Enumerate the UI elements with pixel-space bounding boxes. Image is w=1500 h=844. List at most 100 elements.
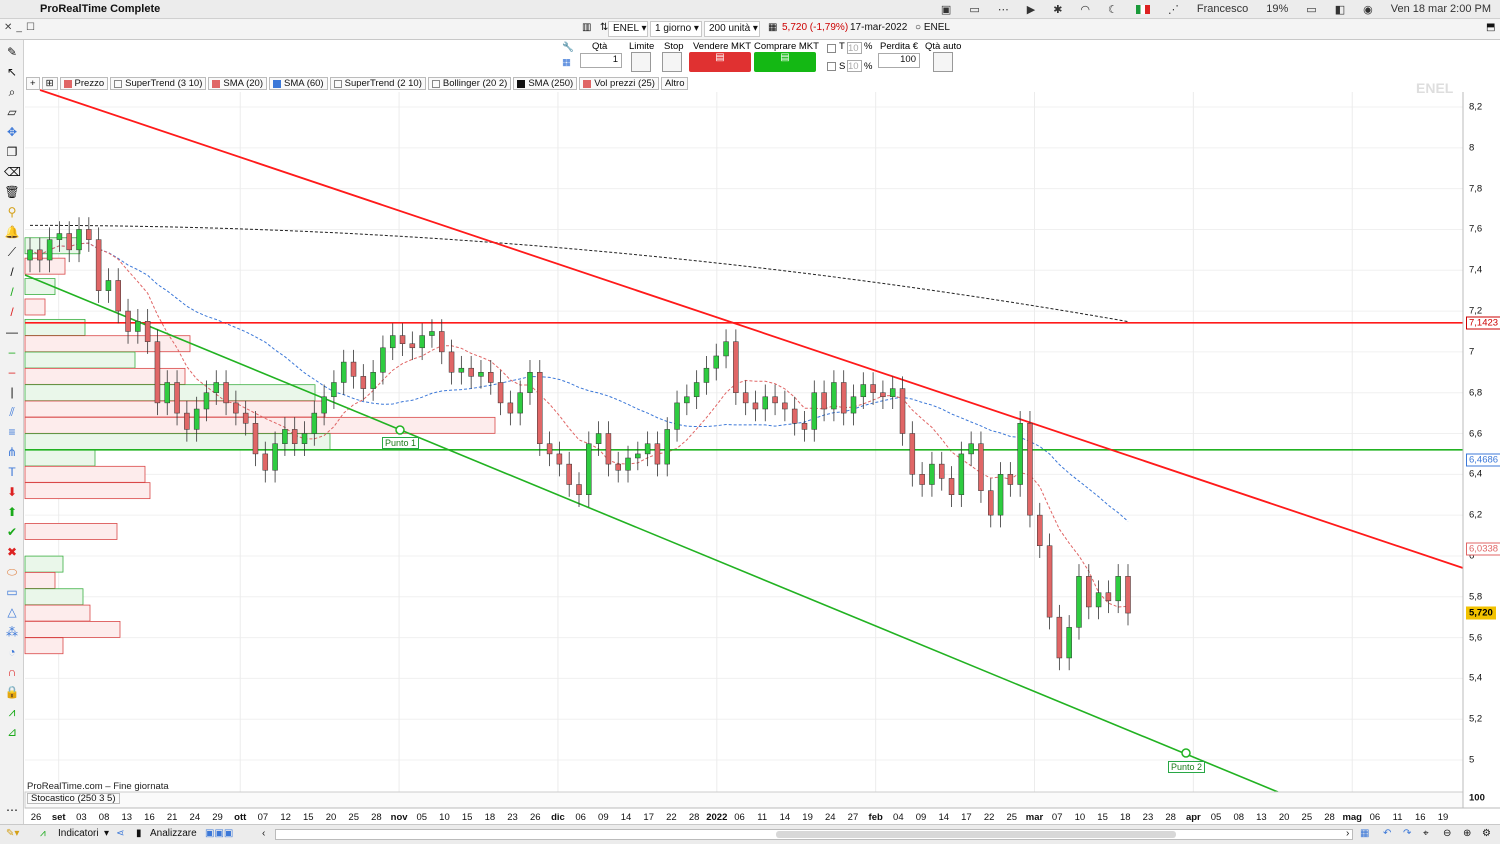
draw-icon[interactable]: ✎▾ [6, 828, 19, 839]
volume-profile-bar [24, 604, 91, 622]
legend-item[interactable]: Bollinger (20 2) [427, 77, 512, 90]
time-tick-label: 09 [915, 812, 927, 823]
price-tick-label: 6,8 [1469, 387, 1483, 399]
time-tick-label: 05 [416, 812, 428, 823]
bottom-bar: ✎▾ ⩘ Indicatori ▾ ⋖ ▮ Analizzare ▣▣▣ ‹ ›… [0, 824, 1500, 844]
analyzer-button[interactable]: Analizzare [150, 828, 197, 839]
time-tick-label: 16 [1415, 812, 1426, 823]
time-tick-label: 15 [461, 812, 473, 823]
price-tick-label: 7,2 [1469, 305, 1483, 317]
time-tick-label: 26 [30, 812, 42, 823]
time-tick-label: 26 [529, 812, 541, 823]
capture-icon[interactable]: ▦ [1360, 828, 1369, 839]
indicators-button[interactable]: Indicatori [58, 828, 99, 839]
indicators-icon[interactable]: ⩘ [40, 828, 46, 839]
candle [860, 384, 867, 398]
redo-icon[interactable]: ↷ [1403, 828, 1411, 839]
candle [556, 453, 563, 465]
time-tick-label: 13 [1256, 812, 1267, 823]
legend-item[interactable]: SuperTrend (2 10) [329, 77, 426, 90]
candle [782, 402, 788, 410]
price-tick-label: 6,2 [1469, 509, 1483, 521]
candle [733, 341, 739, 393]
time-tick-label: 12 [280, 812, 291, 823]
candle [282, 429, 288, 444]
candle [654, 443, 661, 465]
price-chart[interactable] [0, 0, 1500, 844]
candle [478, 372, 484, 377]
time-tick-label: 06 [1369, 812, 1381, 823]
legend-add-icon[interactable]: ⊞ [41, 77, 58, 90]
candle [586, 443, 592, 495]
candle [988, 490, 994, 516]
undo-icon[interactable]: ↶ [1383, 828, 1391, 839]
time-tick-label: apr [1185, 812, 1201, 823]
legend-plus-icon[interactable]: + [26, 77, 40, 90]
legend-item[interactable]: SMA (60) [269, 77, 328, 90]
legend-item[interactable]: SuperTrend (3 10) [110, 77, 207, 90]
price-tick-label: 5,4 [1469, 672, 1483, 684]
candle [948, 478, 955, 495]
time-tick-label: 25 [348, 812, 359, 823]
watermark: ENEL [1416, 80, 1454, 96]
candle [929, 463, 935, 485]
layout-icon[interactable]: ▣▣▣ [205, 828, 233, 839]
candle [360, 376, 367, 389]
time-scrollbar[interactable] [275, 829, 1353, 840]
candle [615, 463, 621, 471]
legend-item[interactable]: SMA (250) [513, 77, 578, 90]
legend-more[interactable]: Altro [660, 77, 689, 90]
candle [899, 388, 906, 434]
volume-profile-bar [24, 416, 496, 434]
candle [703, 367, 710, 383]
volume-profile-bar [24, 257, 66, 275]
time-tick-label: 15 [303, 812, 314, 823]
candle [95, 239, 102, 291]
time-tick-label: 04 [893, 812, 904, 823]
legend-item[interactable]: Vol prezzi (25) [579, 77, 659, 90]
point2-label[interactable]: Punto 2 [1168, 761, 1206, 773]
legend-item[interactable]: Prezzo [59, 77, 109, 90]
time-tick-label: 23 [1142, 812, 1154, 823]
volume-profile-bar [24, 555, 64, 573]
time-tick-label: 05 [1210, 812, 1222, 823]
legend-item[interactable]: SMA (20) [208, 77, 267, 90]
candle [144, 321, 151, 342]
candle [909, 433, 916, 475]
indicators-menu-icon[interactable]: ▾ [104, 828, 109, 839]
time-tick-label: 09 [598, 812, 609, 823]
candle [1037, 514, 1043, 546]
settings-icon[interactable]: ⚙ [1482, 828, 1491, 839]
scroll-left-icon[interactable]: ‹ [262, 828, 265, 839]
volume-profile-bar [24, 572, 56, 589]
price-tick-label: 6,4 [1469, 468, 1483, 480]
time-tick-label: 11 [757, 812, 768, 823]
candle [193, 408, 200, 430]
analyzer-icon[interactable]: ▮ [136, 828, 142, 839]
price-tick-label: 8 [1469, 142, 1475, 154]
stochastic-label[interactable]: Stocastico (250 3 5) [27, 793, 120, 804]
scroll-right-icon[interactable]: › [1346, 828, 1349, 839]
time-tick-label: 07 [257, 812, 269, 823]
candle [801, 423, 808, 430]
candle [497, 382, 504, 404]
share-icon[interactable]: ⋖ [116, 828, 124, 839]
time-tick-label: 22 [983, 812, 995, 823]
time-tick-label: 06 [575, 812, 586, 823]
scrollbar-thumb[interactable] [776, 831, 1176, 838]
zoom-fit-icon[interactable]: ⌖ [1423, 828, 1429, 839]
time-tick-label: 20 [1278, 812, 1290, 823]
candle [742, 392, 749, 404]
time-tick-label: 17 [643, 812, 655, 823]
candle [919, 474, 925, 485]
candle [831, 382, 837, 410]
time-tick-label: 29 [212, 812, 223, 823]
zoom-out-icon[interactable]: ⊖ [1443, 828, 1451, 839]
time-tick-label: 10 [439, 812, 450, 823]
time-tick-label: 2022 [706, 812, 728, 823]
time-tick-label: 25 [1006, 812, 1018, 823]
point1-label[interactable]: Punto 1 [382, 437, 420, 449]
zoom-in-icon[interactable]: ⊕ [1463, 828, 1471, 839]
time-tick-label: 13 [121, 812, 133, 823]
price-tag: 7,1423 [1466, 316, 1500, 330]
